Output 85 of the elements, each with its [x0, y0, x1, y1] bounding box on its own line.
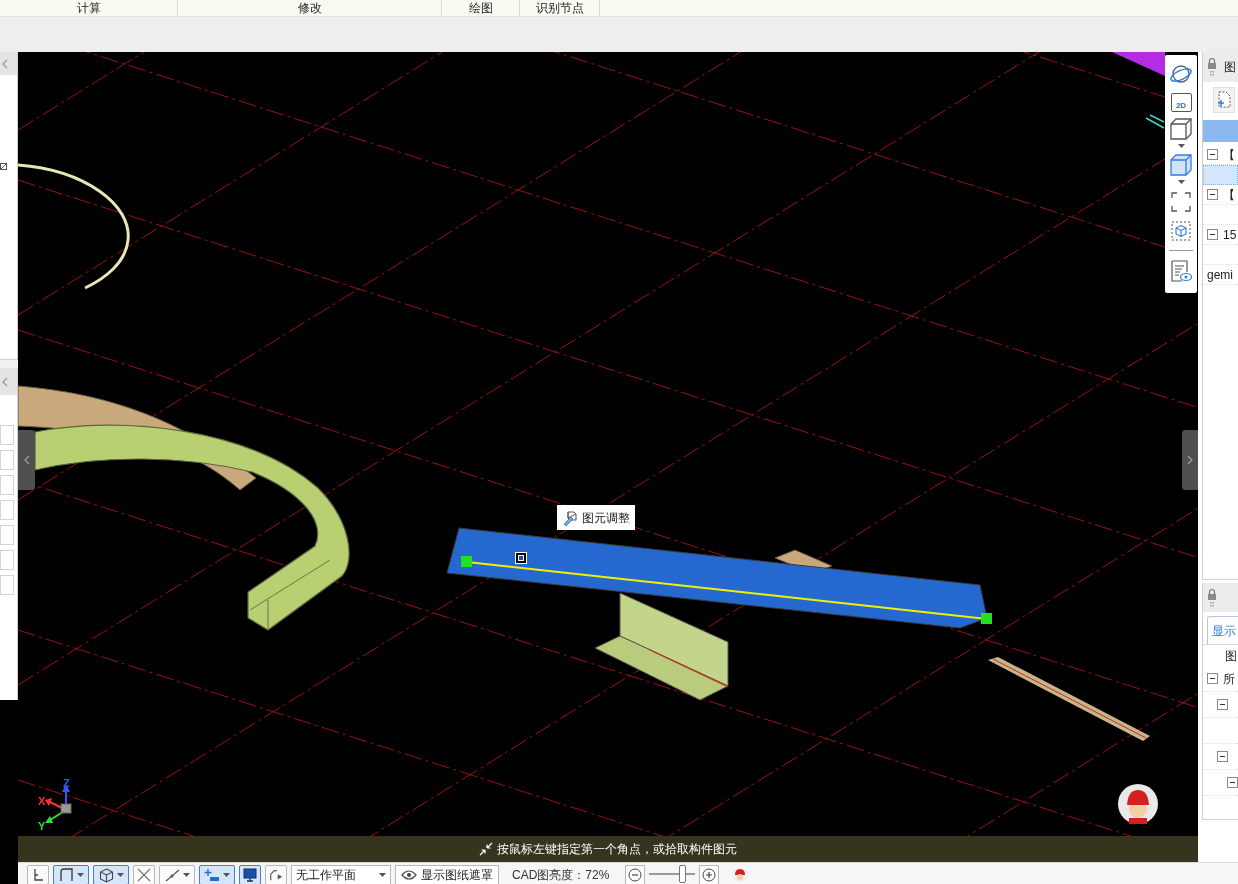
- collapse-handle[interactable]: [18, 430, 35, 490]
- polyline-icon: [269, 868, 283, 882]
- corner-icon: [32, 868, 44, 882]
- caret-icon: [1177, 180, 1185, 184]
- caret-icon: [116, 873, 124, 877]
- tree-row[interactable]: gemi: [1203, 265, 1238, 285]
- axis-label: X: [38, 795, 46, 807]
- minus-box-icon[interactable]: [1207, 229, 1218, 240]
- tooltip-text: 图元调整: [582, 509, 630, 527]
- mask-button[interactable]: 显示图纸遮罩: [395, 865, 499, 884]
- add-document-icon: [1216, 91, 1232, 109]
- minus-box-icon[interactable]: [1217, 699, 1228, 710]
- minus-box-icon[interactable]: [1207, 189, 1218, 200]
- cube-icon: [1170, 154, 1192, 176]
- model-fragment-drawing: [1145, 114, 1165, 129]
- panel-title: 图: [1224, 59, 1236, 76]
- ribbon-group-label: 绘图: [442, 0, 520, 16]
- panel-heading: 图: [1225, 647, 1237, 665]
- ribbon-group-label: 计算: [0, 0, 178, 16]
- brightness-slider[interactable]: [649, 865, 696, 883]
- minus-box-icon[interactable]: [1207, 673, 1218, 684]
- tree-row[interactable]: 【: [1203, 185, 1238, 205]
- axis-icon: [204, 868, 220, 882]
- tool-button[interactable]: [27, 865, 49, 884]
- column-header: [1203, 120, 1238, 142]
- monitor-icon: [243, 868, 257, 882]
- tool-button[interactable]: [265, 865, 287, 884]
- ribbon-group-label: 识别节点: [520, 0, 600, 16]
- tool-button[interactable]: [53, 865, 89, 884]
- dashed-frame-icon: [1171, 192, 1191, 212]
- tool-button[interactable]: [159, 865, 195, 884]
- zoom-extent-button[interactable]: [1168, 220, 1194, 242]
- corner-surface: [1112, 52, 1165, 76]
- caret-icon: [223, 873, 230, 877]
- ribbon-group-label: 修改: [178, 0, 442, 16]
- 3d-view-button[interactable]: [1168, 118, 1194, 148]
- cross-icon: [137, 868, 151, 882]
- axis-label: Y: [38, 820, 46, 832]
- caret-icon: [1177, 144, 1185, 148]
- zoom-out-button[interactable]: [625, 865, 646, 884]
- grip-icon[interactable]: [981, 613, 992, 624]
- expand-handle[interactable]: [1182, 430, 1198, 490]
- tool-button[interactable]: [199, 865, 235, 884]
- brightness-label: CAD图亮度：72%: [512, 867, 610, 884]
- minus-circle-icon: [628, 868, 643, 882]
- slider-thumb[interactable]: [679, 865, 687, 883]
- framed-cube-icon: [1171, 221, 1191, 241]
- cube-icon: [1170, 118, 1192, 140]
- lock-icon[interactable]: [1207, 587, 1217, 608]
- zoom-in-button[interactable]: [699, 865, 720, 884]
- caret-icon: [76, 873, 84, 877]
- chevron-left-icon[interactable]: [2, 376, 8, 387]
- plane-select[interactable]: 无工作平面: [291, 865, 391, 884]
- snap-marker-icon: [515, 552, 527, 564]
- tool-button[interactable]: [93, 865, 129, 884]
- minus-box-icon[interactable]: [1227, 777, 1238, 788]
- cube-edit-icon: [562, 509, 578, 526]
- 2d-view-button[interactable]: 2D: [1170, 93, 1192, 112]
- avatar-icon[interactable]: [1118, 784, 1158, 824]
- tool-button[interactable]: [239, 865, 261, 884]
- orbit-icon: [1169, 62, 1193, 86]
- fit-view-button[interactable]: [1168, 190, 1194, 214]
- add-button[interactable]: [1213, 87, 1235, 113]
- panel-tab[interactable]: 显示: [1207, 616, 1238, 644]
- tree-row[interactable]: 15: [1203, 225, 1238, 245]
- document-eye-icon: [1170, 260, 1192, 282]
- lock-icon[interactable]: [1207, 57, 1217, 77]
- line-icon: [164, 868, 180, 882]
- caret-icon: [379, 873, 386, 877]
- minus-box-icon[interactable]: [1207, 149, 1218, 160]
- view-list-button[interactable]: [1168, 259, 1194, 283]
- chevron-left-icon[interactable]: [2, 58, 8, 69]
- cube-icon: [98, 867, 114, 883]
- chevron-left-icon[interactable]: [23, 455, 30, 465]
- grip-icon[interactable]: [461, 556, 472, 567]
- eye-icon: [401, 870, 417, 880]
- plus-circle-icon: [702, 868, 717, 882]
- chevron-right-icon[interactable]: [1187, 455, 1193, 465]
- status-message: 按鼠标左键指定第一个角点，或拾取构件图元: [497, 841, 737, 858]
- minus-box-icon[interactable]: [1217, 751, 1228, 762]
- tree-row[interactable]: 所: [1203, 666, 1238, 692]
- shrink-arrows-icon: [479, 842, 493, 856]
- 3d-view-button[interactable]: [1168, 154, 1194, 184]
- caret-icon: [182, 873, 190, 877]
- tool-button[interactable]: [133, 865, 155, 884]
